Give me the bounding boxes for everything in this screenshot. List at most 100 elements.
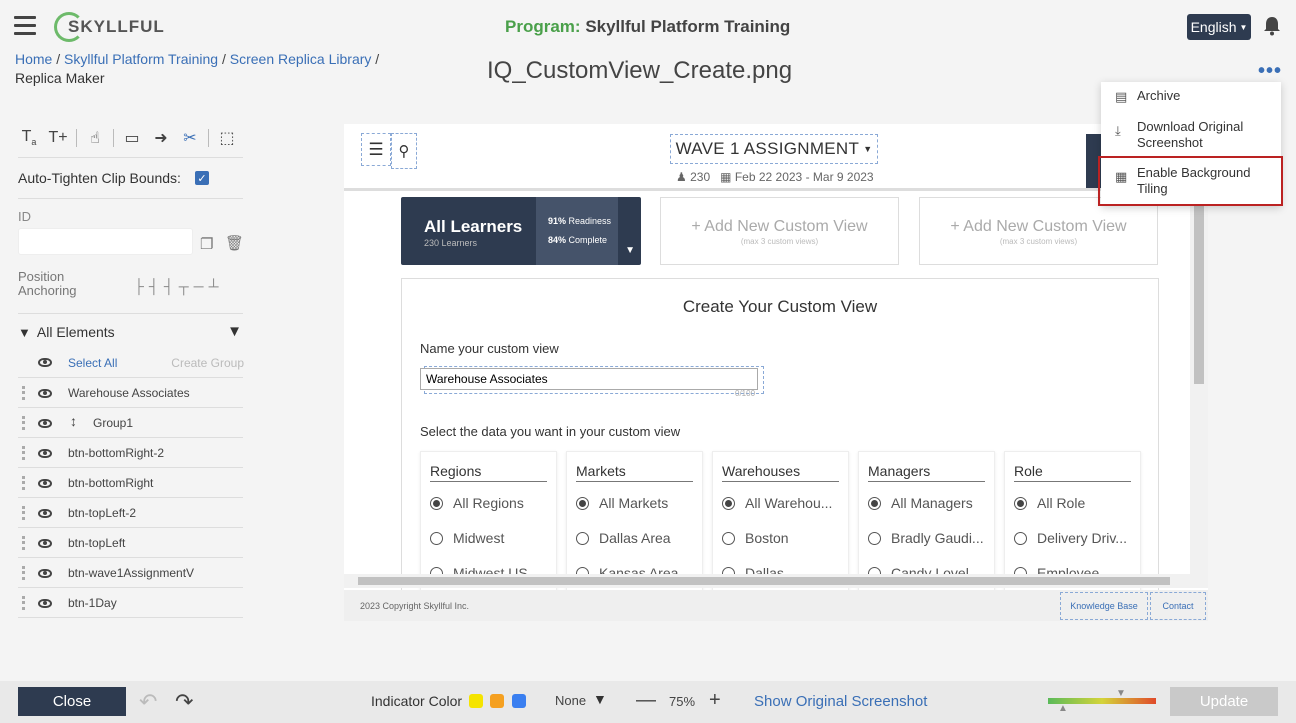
filter-option[interactable]: All Markets xyxy=(576,495,668,511)
anchor-buttons[interactable]: ├┤┤┬─┴ xyxy=(134,278,224,294)
id-input[interactable] xyxy=(18,228,193,255)
layer-item[interactable]: btn-wave1AssignmentV xyxy=(18,558,243,588)
bell-icon[interactable] xyxy=(1263,16,1281,36)
update-button[interactable]: Update xyxy=(1170,687,1278,716)
drag-handle-icon[interactable] xyxy=(22,596,25,610)
filter-option[interactable]: All Managers xyxy=(868,495,973,511)
radio-button[interactable] xyxy=(868,496,881,510)
element-filter[interactable]: ▼ All Elements ▼ xyxy=(18,323,244,340)
breadcrumb-library[interactable]: Screen Replica Library xyxy=(230,51,372,67)
breadcrumb-home[interactable]: Home xyxy=(15,51,52,67)
radio-button[interactable] xyxy=(576,496,589,510)
layer-name: Warehouse Associates xyxy=(68,386,190,400)
drag-handle-icon[interactable] xyxy=(22,536,25,550)
radio-button[interactable] xyxy=(722,496,735,510)
layer-item[interactable]: btn-bottomRight xyxy=(18,468,243,498)
caret-down-icon[interactable]: ▼ xyxy=(625,245,635,256)
filter-option[interactable]: Delivery Driv... xyxy=(1014,530,1127,546)
radio-button[interactable] xyxy=(576,531,589,545)
vertical-scroll-thumb[interactable] xyxy=(1194,204,1204,384)
create-group-link[interactable]: Create Group xyxy=(171,356,244,370)
layer-item[interactable]: Warehouse Associates xyxy=(18,378,243,408)
wave-assignment-dropdown[interactable]: WAVE 1 ASSIGNMENT ▼ xyxy=(670,134,878,164)
drag-handle-icon[interactable] xyxy=(22,446,25,460)
copy-icon[interactable]: ❐ xyxy=(200,235,213,253)
select-all-link[interactable]: Select All xyxy=(68,356,117,370)
main-menu-button[interactable] xyxy=(14,16,36,36)
add-custom-view-card[interactable]: + Add New Custom View (max 3 custom view… xyxy=(919,197,1158,265)
drag-handle-icon[interactable] xyxy=(22,386,25,400)
layer-item[interactable]: btn-topLeft-2 xyxy=(18,498,243,528)
screenshot-canvas[interactable]: ☰ ⚲ WAVE 1 ASSIGNMENT ▼ ♟ 230 ▦ Feb 22 20… xyxy=(344,124,1208,621)
radio-button[interactable] xyxy=(722,531,735,545)
arrow-plus-icon[interactable]: ➜ xyxy=(150,128,172,148)
layer-item[interactable]: btn-topLeft xyxy=(18,528,243,558)
radio-button[interactable] xyxy=(868,531,881,545)
canvas-search-icon[interactable]: ⚲ xyxy=(391,133,417,169)
filter-option[interactable]: Bradly Gaudi... xyxy=(868,530,984,546)
slider-handle-top-icon[interactable]: ▼ xyxy=(1116,688,1126,699)
radio-button[interactable] xyxy=(1014,531,1027,545)
select-region-icon[interactable]: ⬚ xyxy=(216,128,238,148)
indicator-color-orange[interactable] xyxy=(490,694,504,708)
eye-icon[interactable] xyxy=(38,358,52,367)
drag-handle-icon[interactable] xyxy=(22,476,25,490)
radio-button[interactable] xyxy=(1014,496,1027,510)
layer-item[interactable]: btn-1Day xyxy=(18,588,243,618)
all-learners-card[interactable]: All Learners 230 Learners 91% Readiness … xyxy=(401,197,641,265)
chevron-down-icon[interactable]: ▼ xyxy=(593,691,607,707)
page-title: IQ_CustomView_Create.png xyxy=(487,57,793,84)
knowledge-base-link[interactable]: Knowledge Base xyxy=(1060,592,1148,620)
drag-handle-icon[interactable] xyxy=(22,506,25,520)
filter-option[interactable]: Boston xyxy=(722,530,789,546)
radio-button[interactable] xyxy=(430,496,443,510)
radio-button[interactable] xyxy=(430,531,443,545)
trash-icon[interactable]: 🗑 xyxy=(225,234,244,252)
add-view-label: + Add New Custom View xyxy=(950,218,1127,235)
layer-item[interactable]: btn-bottomRight-2 xyxy=(18,438,243,468)
eye-icon[interactable] xyxy=(38,449,52,458)
indicator-color-blue[interactable] xyxy=(512,694,526,708)
eye-icon[interactable] xyxy=(38,539,52,548)
canvas-menu-icon[interactable]: ☰ xyxy=(361,133,391,166)
filter-option[interactable]: All Warehou... xyxy=(722,495,832,511)
filter-option[interactable]: All Regions xyxy=(430,495,524,511)
add-text-icon[interactable]: T+ xyxy=(47,129,69,147)
slider-handle-bottom-icon[interactable]: ▲ xyxy=(1058,703,1068,714)
layer-item[interactable]: ↕ Group1 xyxy=(18,408,243,438)
eye-icon[interactable] xyxy=(38,479,52,488)
language-dropdown[interactable]: English ▼ xyxy=(1187,14,1251,40)
layer-name: btn-wave1AssignmentV xyxy=(68,566,195,580)
menu-item-archive[interactable]: ▤ Archive xyxy=(1101,88,1281,116)
horizontal-scroll-thumb[interactable] xyxy=(358,577,1170,585)
zoom-in-icon[interactable]: + xyxy=(709,689,721,712)
eye-icon[interactable] xyxy=(38,509,52,518)
undo-icon[interactable]: ↶ xyxy=(139,689,157,715)
custom-view-name-input[interactable] xyxy=(420,368,758,390)
eye-icon[interactable] xyxy=(38,599,52,608)
filter-option[interactable]: Dallas Area xyxy=(576,530,671,546)
zoom-out-icon[interactable]: — xyxy=(636,689,656,712)
text-format-icon[interactable]: Ta xyxy=(18,128,40,147)
drag-handle-icon[interactable] xyxy=(22,416,25,430)
add-custom-view-card[interactable]: + Add New Custom View (max 3 custom view… xyxy=(660,197,899,265)
filter-option[interactable]: All Role xyxy=(1014,495,1085,511)
drag-handle-icon[interactable] xyxy=(22,566,25,580)
menu-item-download[interactable]: ⤓ Download Original Screenshot xyxy=(1101,119,1281,155)
filter-option[interactable]: Midwest xyxy=(430,530,504,546)
rectangle-icon[interactable]: ▭ xyxy=(121,128,143,148)
eye-icon[interactable] xyxy=(38,569,52,578)
chevron-down-icon[interactable]: ▼ xyxy=(227,323,242,340)
indicator-color-yellow[interactable] xyxy=(469,694,483,708)
scissors-icon[interactable]: ✂ xyxy=(179,128,201,148)
show-original-link[interactable]: Show Original Screenshot xyxy=(754,693,927,710)
hand-pointer-icon[interactable]: ☝ xyxy=(84,128,106,148)
auto-tighten-checkbox[interactable]: ✓ xyxy=(194,171,209,185)
close-button[interactable]: Close xyxy=(18,687,126,716)
redo-icon[interactable]: ↷ xyxy=(175,689,193,715)
contact-link[interactable]: Contact xyxy=(1150,592,1206,620)
breadcrumb-program[interactable]: Skyllful Platform Training xyxy=(64,51,218,67)
eye-icon[interactable] xyxy=(38,389,52,398)
more-options-icon[interactable]: ••• xyxy=(1258,60,1282,83)
eye-icon[interactable] xyxy=(38,419,52,428)
